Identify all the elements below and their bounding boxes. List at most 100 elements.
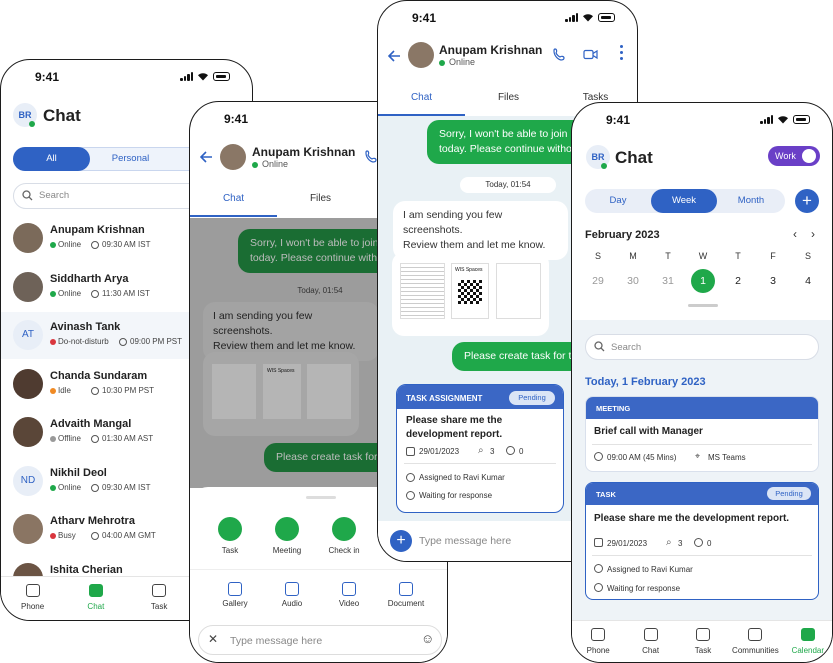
gallery-label[interactable]: Gallery — [205, 599, 265, 608]
day-cell[interactable]: 31 — [656, 269, 680, 293]
video-call-icon[interactable] — [583, 49, 598, 60]
audio-label[interactable]: Audio — [262, 599, 322, 608]
contact-avatar[interactable] — [220, 144, 246, 170]
tab-personal[interactable]: Personal — [93, 147, 168, 171]
more-options-icon[interactable] — [620, 45, 624, 60]
local-time: 09:30 AM IST — [102, 240, 151, 249]
prev-month-icon[interactable]: ‹ — [793, 227, 797, 241]
tab-files[interactable]: Files — [465, 92, 552, 103]
meeting-icon[interactable] — [275, 517, 299, 541]
weekday-label: W — [698, 251, 708, 261]
nav-icon-chat[interactable] — [88, 584, 103, 597]
info-icon — [594, 583, 603, 592]
presence-status: Online — [58, 288, 82, 298]
waiting-text: Waiting for response — [419, 491, 493, 500]
local-time: 01:30 AM AST — [102, 434, 154, 443]
card-header: TASK ASSIGNMENT — [406, 394, 483, 403]
segment-week[interactable]: Week — [651, 189, 717, 213]
gallery-icon[interactable] — [228, 582, 242, 596]
document-label[interactable]: Document — [376, 599, 436, 608]
today-label: Today, 1 February 2023 — [585, 376, 706, 388]
clock-icon — [91, 483, 99, 492]
clock-icon — [91, 386, 99, 395]
task-icon[interactable] — [218, 517, 242, 541]
day-cell[interactable]: 2 — [726, 269, 750, 293]
sheet-handle — [306, 496, 336, 499]
contact-name: Anupam Krishnan — [252, 145, 356, 159]
phone-call-icon[interactable] — [365, 150, 377, 163]
nav-label-task[interactable]: Task — [673, 646, 733, 655]
attachment-count: 3 — [490, 447, 495, 456]
status-icons — [180, 72, 230, 81]
day-cell[interactable]: 29 — [586, 269, 610, 293]
contact-avatar[interactable] — [408, 42, 434, 68]
local-time: 09:00 PM PST — [130, 337, 183, 346]
add-event-button[interactable]: + — [795, 189, 819, 213]
tab-chat[interactable]: Chat — [378, 92, 465, 103]
tab-all[interactable]: All — [13, 147, 90, 171]
emoji-icon[interactable]: ☺ — [421, 631, 434, 646]
nav-icon-task[interactable] — [152, 584, 167, 597]
nav-icon-phone[interactable] — [591, 628, 606, 641]
nav-icon-communities[interactable] — [748, 628, 763, 641]
day-cell[interactable]: 1 — [691, 269, 715, 293]
contact-avatar — [13, 514, 43, 544]
contact-avatar — [13, 417, 43, 447]
back-arrow-icon[interactable] — [200, 151, 213, 163]
contact-avatar — [13, 223, 43, 253]
screenshot-thumb[interactable] — [496, 263, 541, 319]
presence-status: Busy — [58, 531, 76, 540]
check-in-label[interactable]: Check in — [314, 546, 374, 555]
nav-label-phone[interactable]: Phone — [3, 602, 63, 611]
screenshot-thumb[interactable] — [307, 364, 351, 419]
back-arrow-icon[interactable] — [388, 50, 401, 62]
local-time: 04:00 AM GMT — [102, 531, 156, 540]
paperclip-icon: ⌕ — [478, 445, 484, 456]
weekday-label: M — [629, 251, 637, 261]
status-time: 9:41 — [224, 112, 249, 126]
segment-day[interactable]: Day — [585, 189, 651, 213]
nav-label-communities[interactable]: Communities — [725, 646, 785, 655]
search-placeholder: Search — [611, 342, 642, 353]
day-cell[interactable]: 3 — [761, 269, 785, 293]
divider — [592, 444, 812, 445]
assigned-to: Assigned to Ravi Kumar — [607, 565, 693, 574]
segment-month[interactable]: Month — [717, 189, 785, 213]
presence-dot — [50, 339, 56, 345]
day-cell[interactable]: 30 — [621, 269, 645, 293]
waiting-text: Waiting for response — [607, 584, 681, 593]
nav-icon-phone[interactable] — [25, 584, 40, 597]
video-label[interactable]: Video — [319, 599, 379, 608]
day-cell[interactable]: 4 — [796, 269, 820, 293]
close-icon[interactable]: ✕ — [208, 632, 218, 646]
meeting-label[interactable]: Meeting — [257, 546, 317, 555]
audio-icon[interactable] — [285, 582, 299, 596]
weekday-label: S — [594, 251, 601, 261]
nav-label-task[interactable]: Task — [129, 602, 189, 611]
phone-call-icon[interactable] — [553, 48, 565, 61]
nav-label-calendar[interactable]: Calendar — [778, 646, 832, 655]
next-month-icon[interactable]: › — [811, 227, 815, 241]
tab-files[interactable]: Files — [277, 193, 364, 204]
document-icon[interactable] — [399, 582, 413, 596]
nav-icon-chat[interactable] — [643, 628, 658, 641]
screenshot-thumb[interactable] — [400, 263, 445, 319]
add-attachment-button[interactable]: + — [390, 530, 412, 552]
check-in-icon[interactable] — [332, 517, 356, 541]
nav-label-chat[interactable]: Chat — [66, 602, 126, 611]
task-title: Please share me the development report. — [594, 513, 790, 524]
nav-label-chat[interactable]: Chat — [621, 646, 681, 655]
nav-icon-calendar[interactable] — [800, 628, 815, 641]
drag-handle[interactable] — [688, 304, 718, 307]
link-icon — [506, 446, 515, 455]
screenshot-thumb[interactable] — [212, 364, 256, 419]
nav-icon-task[interactable] — [696, 628, 710, 641]
task-label[interactable]: Task — [200, 546, 260, 555]
calendar-icon — [594, 538, 603, 547]
task-title: Please share me the development report. — [406, 415, 503, 440]
input-placeholder[interactable]: Type message here — [419, 535, 511, 547]
toggle-knob — [802, 149, 816, 163]
video-icon[interactable] — [342, 582, 356, 596]
presence-dot — [50, 290, 56, 297]
tab-chat[interactable]: Chat — [190, 193, 277, 204]
